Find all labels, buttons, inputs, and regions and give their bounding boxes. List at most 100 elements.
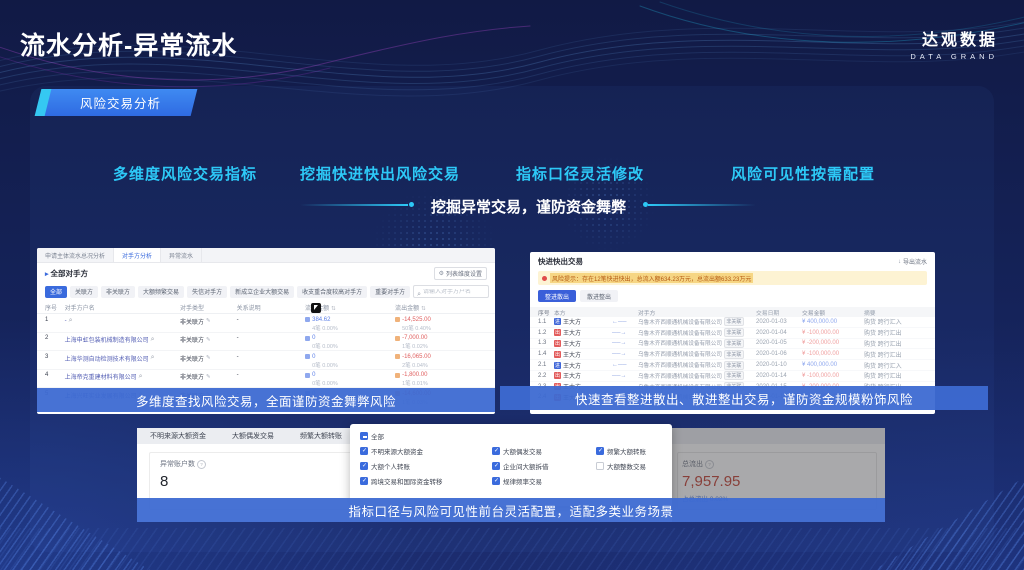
- checkbox-indeterminate-icon: [360, 432, 368, 440]
- bottom-tab[interactable]: 不明来源大额资金: [137, 431, 219, 441]
- search-input[interactable]: [423, 288, 486, 295]
- left-tab[interactable]: 对手方分析: [114, 248, 162, 262]
- checkbox-icon: [492, 477, 500, 485]
- checkbox-option[interactable]: 频繁大额转账: [596, 446, 662, 456]
- center-note: 挖掘异常交易，谨防资金舞弊: [430, 199, 626, 216]
- edit-icon[interactable]: [206, 337, 211, 343]
- search-icon[interactable]: [151, 336, 155, 344]
- checkbox-icon: [492, 462, 500, 470]
- search-icon[interactable]: [69, 317, 73, 325]
- transaction-date: 2020-01-06: [756, 351, 787, 358]
- transaction-date: 2020-01-14: [756, 372, 787, 379]
- filter-chip[interactable]: 新成立企业大额交易: [230, 285, 295, 298]
- direction-arrow: ←────→: [612, 318, 627, 325]
- export-link[interactable]: 导出流水: [898, 257, 927, 266]
- inflow-amount: 384.62: [305, 317, 395, 323]
- section-tag: 风险交易分析: [34, 89, 206, 116]
- transaction-amount: ¥ 400,000.00: [802, 318, 838, 325]
- amount-chart-icon: [305, 317, 311, 322]
- checkbox-option-all[interactable]: 全部: [360, 431, 662, 441]
- sort-icon[interactable]: [329, 306, 336, 312]
- checkbox-option[interactable]: 大额偶发交易: [492, 446, 592, 456]
- relation-cell: -: [236, 372, 239, 378]
- checkbox-option[interactable]: 大额整数交易: [596, 461, 662, 471]
- checkbox-icon: [360, 477, 368, 485]
- transaction-row: 1.4 进出 王大方 ←────→ 乌鲁木齐西顺通机械设备有限公司非关联 202…: [530, 349, 935, 361]
- counterparty-name: 上海申虹包装机械制造有限公司: [64, 338, 149, 344]
- filter-chip[interactable]: 收支重合度较高对手方: [297, 285, 368, 298]
- inflow-amount: 0: [305, 372, 395, 378]
- search-box[interactable]: [413, 283, 490, 301]
- mode-tab[interactable]: 整进散出: [538, 290, 577, 302]
- transaction-summary: 购货 跨行汇出: [864, 331, 902, 338]
- gear-icon: [439, 270, 444, 277]
- filter-chip[interactable]: 大额频繁交易: [138, 285, 185, 298]
- mode-tab[interactable]: 散进整出: [580, 290, 619, 302]
- direction-badge: 进出: [554, 372, 561, 380]
- table-row: 1 - 非关联方 - 384.624笔 0.00% -14,525.0050笔 …: [37, 314, 495, 333]
- table-header-row: 序号 对手方户名 对手类型 关系说明 流入金额 流出金额: [37, 301, 495, 314]
- transaction-summary: 购货 跨行汇入: [864, 320, 902, 327]
- table-row: 2 上海申虹包装机械制造有限公司 非关联方 - 00笔 0.00% -7,000…: [37, 333, 495, 351]
- checkbox-option[interactable]: 不明来源大额资金: [360, 446, 488, 456]
- caret-icon: [45, 269, 49, 278]
- relation-cell: -: [236, 335, 239, 341]
- edit-icon[interactable]: [206, 355, 211, 361]
- counterparty-tag: 非关联: [723, 317, 744, 327]
- outflow-amount: -14,525.00: [395, 317, 487, 323]
- filter-chip[interactable]: 失信对手方: [187, 285, 228, 298]
- search-icon: [417, 283, 421, 301]
- amount-chart-icon: [395, 372, 401, 378]
- filter-chip[interactable]: 重要对手方: [370, 285, 411, 298]
- transaction-date: 2020-01-03: [756, 318, 787, 325]
- alert-dot-icon: [542, 275, 547, 281]
- transaction-amount: ¥ -100,000.00: [802, 351, 840, 358]
- counterparty-name: 乌鲁木齐西顺通机械设备有限公司: [638, 373, 722, 380]
- inflow-amount: 0: [305, 354, 395, 360]
- checkbox-option[interactable]: 大额个人转账: [360, 461, 488, 471]
- counterparty-type: 非关联方: [179, 338, 204, 344]
- direction-badge: 进出: [554, 350, 561, 358]
- checkbox-option[interactable]: 规律频率交易: [492, 476, 592, 486]
- left-tab[interactable]: 申请主体流水总况分析: [37, 248, 115, 262]
- filter-chip[interactable]: 非关联方: [101, 285, 136, 298]
- transaction-row: 1.1 进出 王大方 ←────→ 乌鲁木齐西顺通机械设备有限公司非关联 202…: [530, 317, 935, 328]
- amount-chart-icon: [395, 335, 401, 341]
- outflow-amount: -16,065.00: [395, 354, 487, 360]
- filter-chip[interactable]: 关联方: [70, 285, 99, 298]
- counterparty-tag: 非关联: [723, 360, 744, 370]
- counterparty-tag: 非关联: [723, 328, 744, 338]
- checkbox-option[interactable]: 企业间大额拆借: [492, 461, 592, 471]
- list-settings-button[interactable]: 列表维度设置: [433, 267, 487, 280]
- party-name: 王大方: [563, 352, 582, 359]
- feature-label: 风险可见性按需配置: [731, 166, 876, 183]
- transaction-amount: ¥ -100,000.00: [802, 372, 840, 379]
- bottom-tab[interactable]: 频繁大额转账: [287, 431, 355, 441]
- left-tab-bar: 申请主体流水总况分析 对手方分析 异常流水: [37, 248, 495, 263]
- right-caption: 快速查看整进散出、散进整出交易，谨防资金规模粉饰风险: [500, 386, 988, 410]
- search-icon[interactable]: [139, 373, 143, 381]
- right-card-header: 快进快出交易 导出流水: [530, 252, 935, 269]
- sort-icon[interactable]: [419, 306, 426, 312]
- abnormal-account-value: 8: [160, 473, 169, 490]
- bottom-tab[interactable]: 大额偶发交易: [219, 431, 287, 441]
- left-tab[interactable]: 异常流水: [161, 248, 203, 262]
- checkbox-icon: [492, 447, 500, 455]
- relation-cell: -: [236, 316, 239, 323]
- search-icon[interactable]: [151, 354, 155, 362]
- feature-label: 多维度风险交易指标: [113, 166, 258, 183]
- transaction-date: 2020-01-10: [756, 362, 787, 369]
- transaction-amount: ¥ 400,000.00: [802, 362, 838, 369]
- party-name: 王大方: [563, 374, 582, 381]
- counterparty-type: 非关联方: [179, 356, 204, 363]
- bottom-caption: 指标口径与风险可见性前台灵活配置，适配多类业务场景: [137, 498, 885, 522]
- filter-chip[interactable]: 全部: [45, 285, 68, 298]
- risk-alert-bar: 风险提示：存在12笔快进快出，总流入额634.23万元，总流出额633.23万元: [538, 271, 927, 285]
- checkbox-icon: [360, 462, 368, 470]
- checkbox-option[interactable]: 跨境交易和国际资金转移: [360, 476, 488, 486]
- edit-icon[interactable]: [206, 374, 211, 380]
- edit-icon[interactable]: [206, 318, 211, 324]
- right-card-title: 快进快出交易: [538, 257, 583, 266]
- table-row: 3 上海华测自动检测技术有限公司 非关联方 - 00笔 0.00% -16,06…: [37, 351, 495, 370]
- brand-logo-en: DATA GRAND: [910, 52, 998, 61]
